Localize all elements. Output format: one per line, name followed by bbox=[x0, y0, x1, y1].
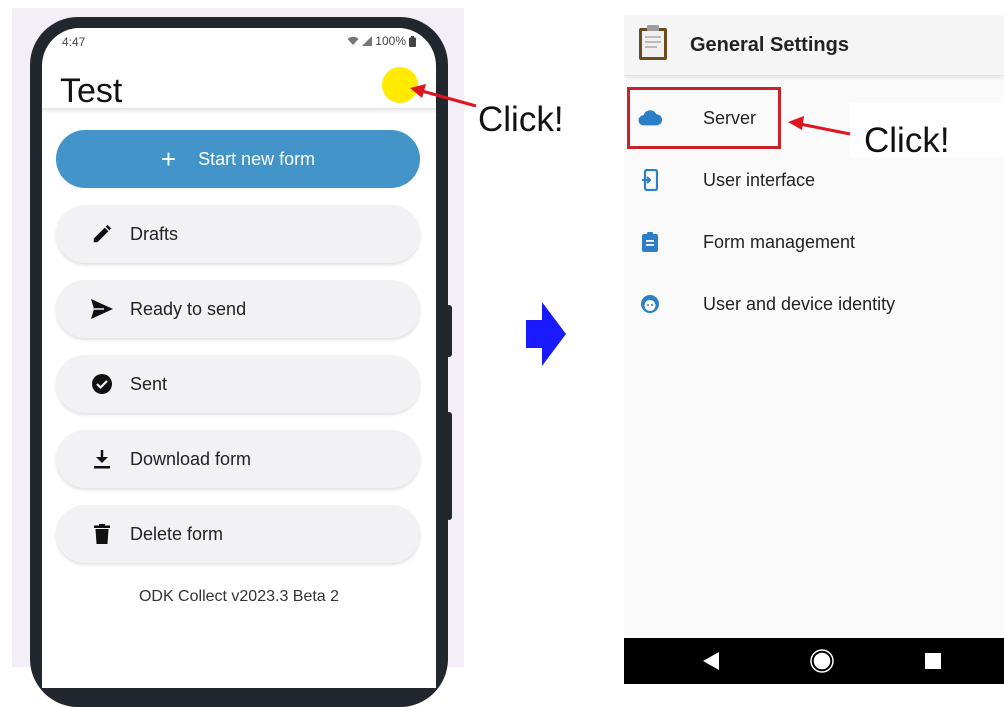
delete-form-label: Delete form bbox=[130, 523, 224, 544]
transition-arrow-icon bbox=[526, 302, 566, 366]
trash-icon bbox=[88, 520, 116, 548]
status-bar: 4:47 100% bbox=[42, 28, 436, 56]
signal-icon bbox=[362, 36, 373, 46]
download-form-button[interactable]: Download form bbox=[56, 430, 420, 488]
plus-icon: + bbox=[160, 144, 177, 174]
settings-item-user-device-identity[interactable]: User and device identity bbox=[624, 273, 1004, 335]
status-icons: 100% bbox=[347, 34, 416, 48]
click-annotation-right: Click! bbox=[864, 121, 950, 160]
battery-icon bbox=[409, 35, 416, 47]
drafts-label: Drafts bbox=[130, 223, 179, 244]
phone-login-icon bbox=[638, 168, 662, 192]
ready-to-send-button[interactable]: Ready to send bbox=[56, 280, 420, 338]
header-divider bbox=[42, 108, 436, 114]
app-version: ODK Collect v2023.3 Beta 2 bbox=[138, 588, 340, 605]
settings-item-form-management[interactable]: Form management bbox=[624, 211, 1004, 273]
user-interface-label: User interface bbox=[703, 169, 816, 190]
battery-percent: 100% bbox=[375, 34, 406, 48]
sent-button[interactable]: Sent bbox=[56, 355, 420, 413]
download-icon bbox=[88, 445, 116, 473]
download-form-label: Download form bbox=[130, 448, 252, 469]
start-new-form-button[interactable]: + Start new form bbox=[56, 130, 420, 188]
clipboard-icon bbox=[638, 230, 662, 254]
status-time: 4:47 bbox=[62, 35, 86, 49]
annotation-arrow-left bbox=[410, 84, 477, 108]
settings-app-icon bbox=[639, 25, 667, 60]
settings-title: General Settings bbox=[690, 34, 849, 56]
check-circle-icon bbox=[88, 370, 116, 398]
back-icon[interactable] bbox=[686, 638, 736, 684]
send-icon bbox=[88, 295, 116, 323]
phone-side-button bbox=[446, 412, 452, 520]
user-device-identity-label: User and device identity bbox=[703, 293, 896, 314]
annotation-arrow-right bbox=[788, 116, 851, 136]
form-management-label: Form management bbox=[703, 231, 856, 252]
home-icon[interactable] bbox=[797, 638, 847, 684]
android-nav-bar bbox=[624, 638, 1004, 684]
app-title: Test bbox=[60, 72, 123, 110]
delete-form-button[interactable]: Delete form bbox=[56, 505, 420, 563]
sent-label: Sent bbox=[130, 373, 168, 394]
click-annotation-left: Click! bbox=[478, 100, 564, 139]
ready-to-send-label: Ready to send bbox=[130, 298, 247, 319]
server-highlight-box bbox=[627, 87, 781, 149]
wifi-icon bbox=[347, 36, 359, 45]
face-icon bbox=[638, 292, 662, 316]
drafts-button[interactable]: Drafts bbox=[56, 205, 420, 263]
start-new-form-label: Start new form bbox=[198, 148, 316, 169]
phone-screen: 4:47 100% Test + Start new form Drafts R… bbox=[42, 28, 436, 688]
phone-side-button bbox=[446, 305, 452, 357]
settings-header: General Settings bbox=[624, 15, 1004, 76]
recents-icon[interactable] bbox=[908, 638, 958, 684]
pencil-icon bbox=[88, 220, 116, 248]
